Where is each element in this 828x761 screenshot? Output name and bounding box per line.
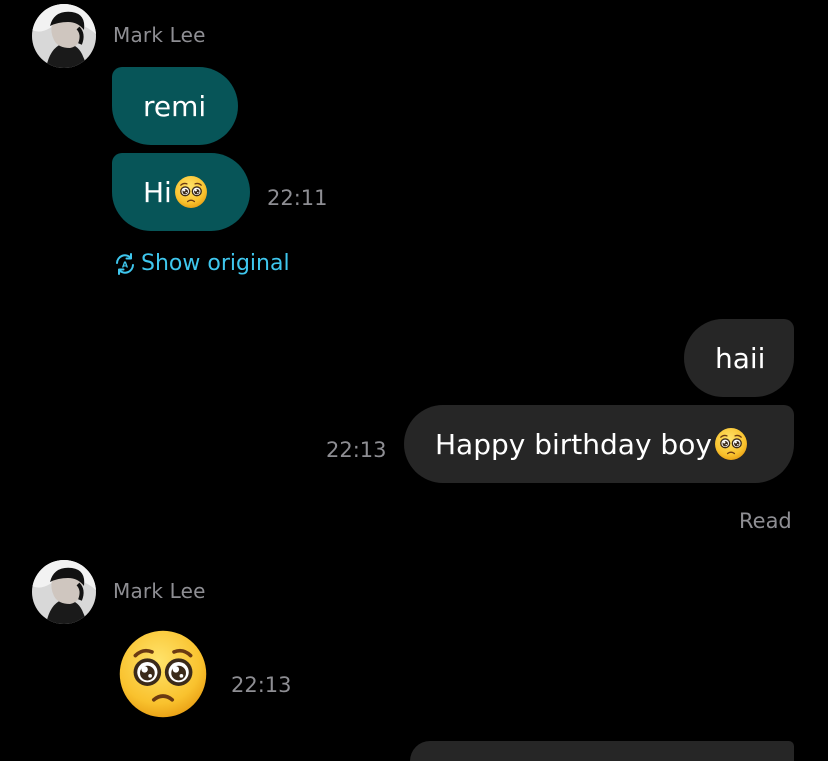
show-original-label: Show original (141, 251, 290, 276)
message-timestamp: 22:11 (267, 186, 328, 210)
message-text: haii (715, 341, 766, 375)
translate-icon: A (116, 252, 134, 275)
read-receipt: Read (739, 509, 792, 533)
pleading-face-emoji-icon (714, 427, 748, 461)
message-text: remi (143, 89, 207, 123)
sender-avatar[interactable] (32, 560, 96, 624)
pleading-face-emoji-icon (174, 175, 208, 209)
sender-avatar[interactable] (32, 4, 96, 68)
outgoing-message-bubble[interactable]: Happy birthday boy (404, 405, 794, 483)
sender-name: Mark Lee (113, 23, 206, 47)
message-text: Happy birthday boy (435, 427, 712, 461)
sender-name: Mark Lee (113, 579, 206, 603)
svg-text:A: A (122, 260, 129, 269)
outgoing-message-bubble[interactable]: haii (684, 319, 794, 397)
avatar-photo (32, 4, 96, 68)
message-timestamp: 22:13 (326, 438, 387, 462)
show-original-link[interactable]: A Show original (113, 251, 290, 276)
avatar-photo (32, 560, 96, 624)
pleading-face-emoji-icon[interactable] (117, 628, 209, 720)
message-timestamp: 22:13 (231, 673, 292, 697)
outgoing-message-bubble-partial[interactable] (410, 741, 794, 761)
incoming-message-bubble[interactable]: Hi (112, 153, 250, 231)
incoming-message-bubble[interactable]: remi (112, 67, 238, 145)
message-text: Hi (143, 175, 172, 209)
